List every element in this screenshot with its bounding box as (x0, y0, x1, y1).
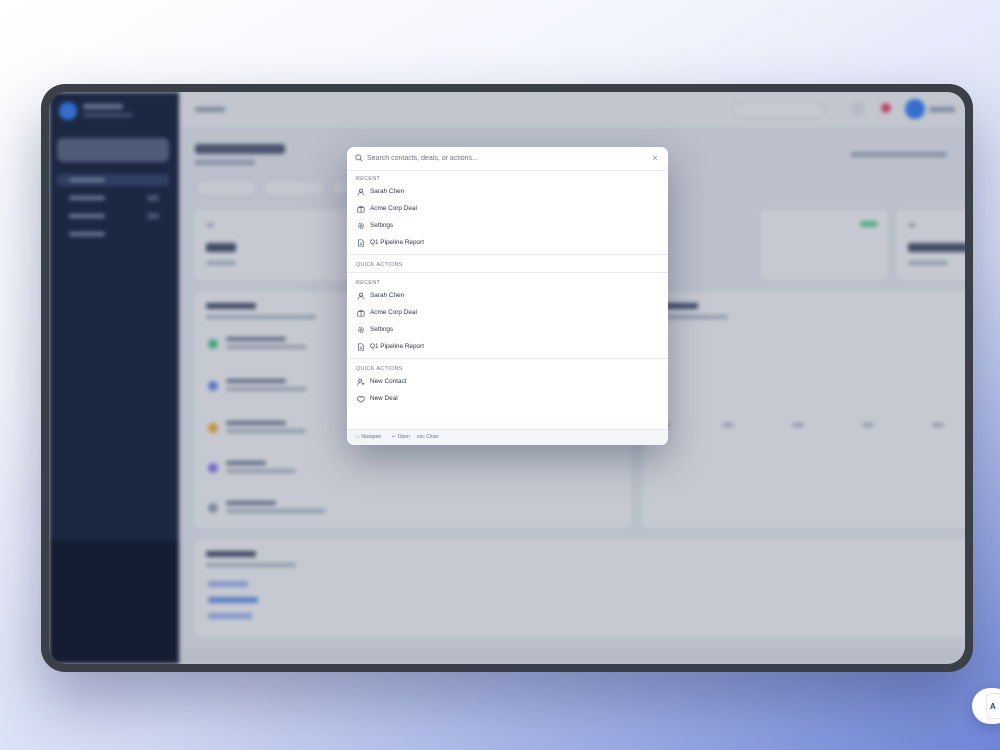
palette-item-label: Q1 Pipeline Report (370, 343, 424, 350)
document-icon (355, 237, 367, 249)
briefcase-icon (355, 307, 367, 319)
screen: × RECENT Sarah Chen Acme Corp Deal Settings… (49, 92, 965, 664)
deal-icon (355, 393, 367, 405)
user-plus-icon (355, 376, 367, 388)
palette-item-label: Sarah Chen (370, 188, 405, 195)
palette-item[interactable]: Acme Corp Deal (347, 304, 668, 321)
command-palette: × RECENT Sarah Chen Acme Corp Deal Settings… (347, 147, 668, 445)
palette-results: RECENT Sarah Chen Acme Corp Deal Settings Q1… (347, 170, 668, 407)
palette-item-label: Sarah Chen (370, 292, 405, 299)
palette-item[interactable]: Q1 Pipeline Report (347, 338, 668, 355)
palette-item-label: Q1 Pipeline Report (370, 239, 424, 246)
section-divider (347, 358, 668, 359)
palette-item[interactable]: Sarah Chen (347, 287, 668, 304)
assistant-icon: A (986, 693, 1000, 719)
palette-item[interactable]: New Deal (347, 390, 668, 407)
palette-item-label: Acme Corp Deal (370, 205, 417, 212)
section-divider (347, 272, 668, 273)
gear-icon (355, 220, 367, 232)
palette-item-label: Settings (370, 326, 394, 333)
palette-item[interactable]: New Contact (347, 373, 668, 390)
user-icon (355, 290, 367, 302)
palette-item-label: Acme Corp Deal (370, 309, 417, 316)
gear-icon (355, 324, 367, 336)
search-icon (355, 154, 363, 162)
palette-item[interactable]: Q1 Pipeline Report (347, 234, 668, 251)
palette-item[interactable]: Sarah Chen (347, 183, 668, 200)
section-title: QUICK ACTIONS (356, 366, 403, 372)
palette-item[interactable]: Acme Corp Deal (347, 200, 668, 217)
section-divider (347, 254, 668, 255)
briefcase-icon (355, 203, 367, 215)
palette-item-label: Settings (370, 222, 394, 229)
close-hint: esc Close (417, 434, 439, 440)
assistant-button[interactable]: A (972, 688, 1000, 724)
document-icon (355, 341, 367, 353)
search-input[interactable] (367, 150, 637, 167)
section-title: QUICK ACTIONS (356, 262, 403, 268)
section-title: RECENT (356, 280, 381, 286)
palette-item-label: New Contact (370, 378, 407, 385)
palette-footer: ↑↓ Navigate ↵ Open esc Close (347, 429, 668, 445)
device-frame: × RECENT Sarah Chen Acme Corp Deal Settings… (41, 84, 973, 672)
palette-item-label: New Deal (370, 395, 398, 402)
palette-item[interactable]: Settings (347, 217, 668, 234)
navigate-hint: ↑↓ Navigate (355, 434, 382, 440)
palette-item[interactable]: Settings (347, 321, 668, 338)
open-hint: ↵ Open (392, 434, 410, 440)
palette-search-bar: × (347, 147, 668, 171)
section-title: RECENT (356, 176, 381, 182)
close-icon[interactable]: × (650, 153, 660, 163)
user-icon (355, 186, 367, 198)
